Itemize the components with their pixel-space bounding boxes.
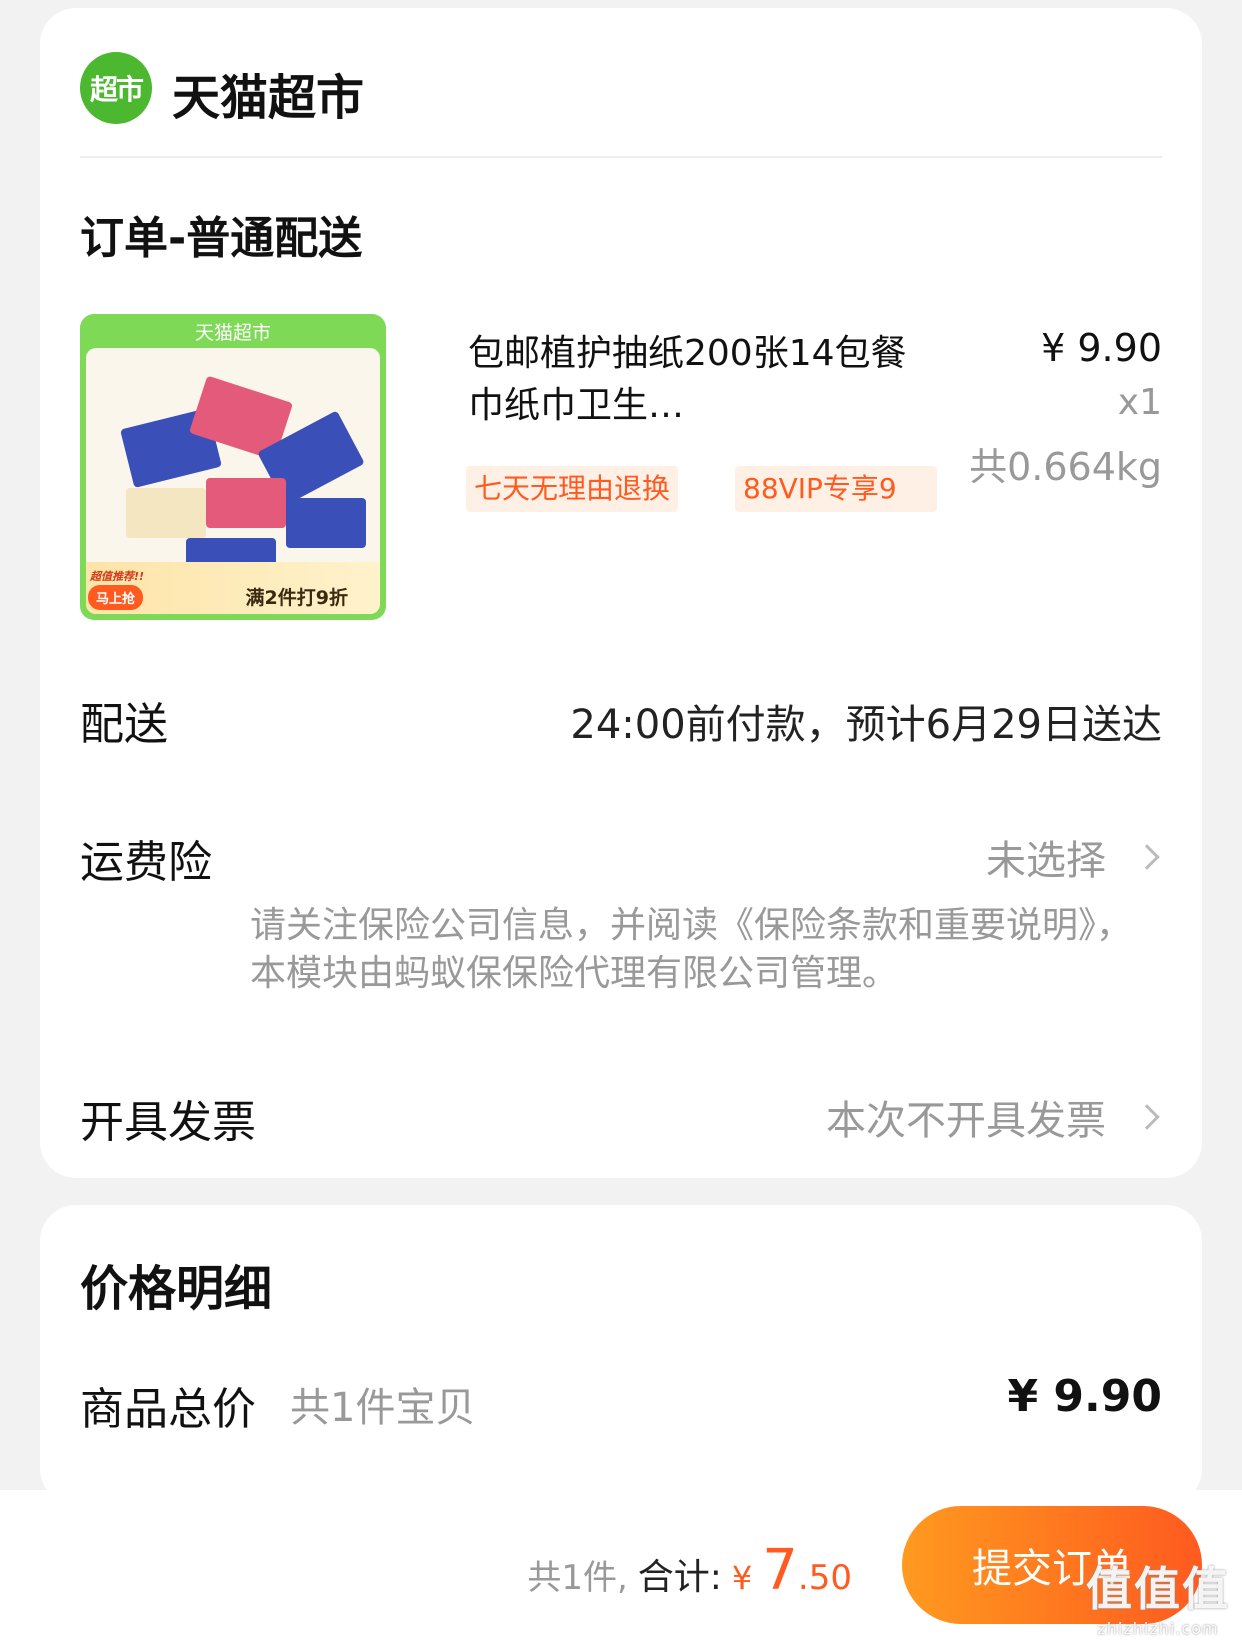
goods-total-value: ¥ 9.90 bbox=[1007, 1371, 1163, 1422]
order-card: 超市 天猫超市 订单-普通配送 天猫超市 超值推荐!! 马上抢 满2件打9折 包… bbox=[40, 8, 1202, 1178]
order-summary: 共1件, 合计: ¥ 7 .50 bbox=[527, 1538, 852, 1603]
insurance-selector[interactable]: 未选择 bbox=[986, 828, 1162, 886]
divider bbox=[80, 156, 1162, 158]
return-policy-tag: 七天无理由退换 bbox=[466, 466, 679, 512]
tissue-pack bbox=[286, 498, 366, 548]
quantity: x1 bbox=[1117, 382, 1162, 423]
delivery-value: 24:00前付款，预计6月29日送达 bbox=[570, 702, 1162, 748]
total-amount-integer: 7 bbox=[762, 1538, 798, 1603]
store-name[interactable]: 天猫超市 bbox=[172, 58, 364, 128]
unit-price: ¥ 9.90 bbox=[1041, 326, 1162, 370]
invoice-value: 本次不开具发票 bbox=[826, 1098, 1106, 1144]
order-title: 订单-普通配送 bbox=[80, 213, 363, 264]
thumb-buy-badge: 马上抢 bbox=[88, 585, 144, 610]
watermark-url: zhizhizhi.com bbox=[1097, 1619, 1219, 1638]
invoice-selector[interactable]: 本次不开具发票 bbox=[826, 1088, 1162, 1146]
invoice-label: 开具发票 bbox=[80, 1097, 256, 1148]
currency-symbol: ¥ bbox=[731, 1559, 753, 1597]
checkout-bar: 共1件, 合计: ¥ 7 .50 提交订单 值值值 zhizhizhi.com bbox=[0, 1490, 1242, 1648]
watermark-glyph: 值值值 bbox=[1086, 1562, 1230, 1616]
tissue-pack bbox=[126, 488, 206, 538]
goods-count: 共1件宝贝 bbox=[290, 1385, 476, 1431]
thumb-recommend: 超值推荐!! bbox=[90, 570, 145, 583]
product-title[interactable]: 包邮植护抽纸200张14包餐巾纸巾卫生… bbox=[468, 328, 908, 432]
chevron-right-icon bbox=[1134, 844, 1160, 870]
insurance-value: 未选择 bbox=[986, 838, 1106, 884]
watermark-logo: 值值值 zhizhizhi.com bbox=[1086, 1553, 1230, 1638]
chevron-right-icon bbox=[1134, 1104, 1160, 1130]
total-label: 合计: bbox=[637, 1557, 722, 1598]
price-detail-title: 价格明细 bbox=[80, 1261, 273, 1317]
item-count: 共1件, bbox=[527, 1558, 628, 1598]
price-detail-card: 价格明细 商品总价 共1件宝贝 ¥ 9.90 bbox=[40, 1205, 1202, 1505]
insurance-label: 运费险 bbox=[80, 837, 212, 888]
store-logo[interactable]: 超市 bbox=[80, 52, 152, 124]
insurance-note[interactable]: 请关注保险公司信息，并阅读《保险条款和重要说明》，本模块由蚂蚁保保险代理有限公司… bbox=[250, 902, 1150, 998]
tissue-pack bbox=[206, 478, 286, 528]
total-amount-decimal: .50 bbox=[797, 1558, 852, 1598]
weight: 共0.664kg bbox=[969, 445, 1162, 489]
thumb-store-tag: 天猫超市 bbox=[194, 322, 271, 344]
thumb-promo: 满2件打9折 bbox=[245, 587, 348, 609]
goods-total-label: 商品总价 bbox=[80, 1384, 256, 1435]
delivery-label: 配送 bbox=[80, 699, 168, 750]
vip-tag: 88VIP专享9 bbox=[735, 466, 937, 512]
product-image[interactable]: 天猫超市 超值推荐!! 马上抢 满2件打9折 bbox=[80, 314, 386, 620]
